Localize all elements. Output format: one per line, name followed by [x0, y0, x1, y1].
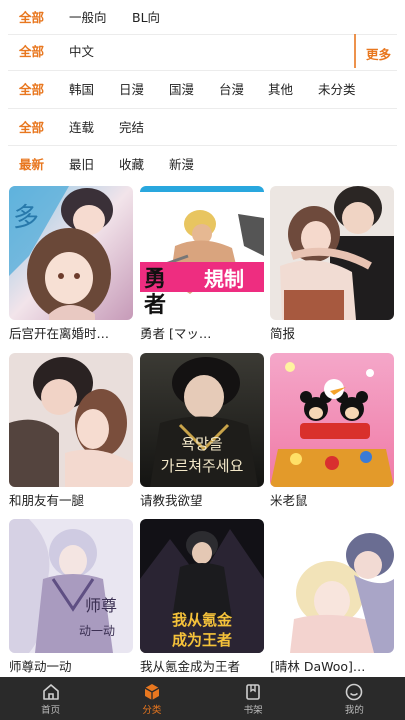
cover-title-calligraphy: 师尊 [85, 596, 117, 615]
censor-label: 規制 [204, 267, 244, 291]
filter-region-taiwan[interactable]: 台漫 [219, 82, 244, 98]
filter-status-all[interactable]: 全部 [19, 120, 44, 136]
category-cube-icon [141, 681, 163, 703]
comic-cover[interactable] [270, 353, 394, 487]
cover-title-calligraphy: 动一动 [79, 624, 115, 638]
cover-title-korean: 가르쳐주세요 [161, 457, 244, 475]
comic-title: 和朋友有一腿 [9, 493, 85, 508]
tab-label: 分类 [142, 705, 162, 716]
comic-card[interactable]: 욕망을 가르쳐주세요 请教我欲望 [140, 353, 264, 509]
sort-oldest[interactable]: 最旧 [69, 157, 94, 173]
tab-profile[interactable]: 我的 [304, 677, 405, 720]
comic-cover[interactable] [270, 519, 394, 653]
tab-label: 书架 [243, 705, 263, 716]
filter-audience-bl[interactable]: BL向 [132, 10, 160, 26]
filter-region-other[interactable]: 其他 [268, 82, 293, 98]
sort-favorites[interactable]: 收藏 [119, 157, 144, 173]
filter-status-ongoing[interactable]: 连载 [69, 120, 94, 136]
comic-card[interactable]: [晴林 DaWoo]… [270, 519, 394, 675]
filter-region-china[interactable]: 国漫 [169, 82, 194, 98]
comic-card[interactable]: 米老鼠 [270, 353, 394, 509]
home-icon [40, 681, 62, 703]
filter-region-uncategorized[interactable]: 未分类 [318, 82, 356, 98]
sort-new-comics[interactable]: 新漫 [169, 157, 194, 173]
cover-title-korean: 욕망을 [181, 435, 222, 453]
comic-card[interactable]: 勇 者 規制 勇者 [マッ… [140, 186, 264, 342]
divider [8, 145, 397, 146]
comic-title: [晴林 DaWoo]… [270, 659, 366, 674]
bottom-tab-bar: 首页 分类 书架 我的 [0, 677, 405, 720]
comic-card[interactable]: 和朋友有一腿 [9, 353, 133, 509]
comic-title: 米老鼠 [270, 493, 308, 508]
cover-title-logo: 成为王者 [172, 631, 232, 649]
svg-text:多: 多 [13, 203, 39, 233]
comic-cover[interactable]: 욕망을 가르쳐주세요 [140, 353, 264, 487]
comic-cover[interactable]: 我从氪金 成为王者 [140, 519, 264, 653]
comic-title: 后宫开在离婚时… [9, 326, 110, 341]
comic-title: 请教我欲望 [140, 493, 203, 508]
comic-title: 我从氪金成为王者 [140, 659, 241, 674]
tab-home[interactable]: 首页 [0, 677, 101, 720]
comic-title: 勇者 [マッ… [140, 326, 212, 341]
tab-bookshelf[interactable]: 书架 [203, 677, 304, 720]
comic-cover[interactable]: 勇 者 規制 [140, 186, 264, 320]
cover-title-kanji: 勇 [144, 266, 166, 292]
tab-label: 首页 [41, 705, 61, 716]
comic-cover[interactable] [270, 186, 394, 320]
sort-newest[interactable]: 最新 [19, 157, 44, 173]
cover-title-logo: 我从氪金 [172, 611, 233, 629]
filter-row-region: 全部 韩国 日漫 国漫 台漫 其他 未分类 [0, 72, 405, 108]
comic-cover[interactable] [9, 353, 133, 487]
bookshelf-icon [242, 681, 264, 703]
filter-region-korea[interactable]: 韩国 [69, 82, 94, 98]
filter-row-sort: 最新 最旧 收藏 新漫 [0, 147, 405, 183]
comic-card[interactable]: 师尊 动一动 师尊动一动 [9, 519, 133, 675]
more-languages-button[interactable]: 更多 [366, 44, 391, 63]
filter-language-all[interactable]: 全部 [19, 44, 44, 60]
comic-card[interactable]: 多 后宫开在离婚时… [9, 186, 133, 342]
divider [8, 108, 397, 109]
tab-label: 我的 [344, 705, 364, 716]
comic-cover[interactable]: 多 [9, 186, 133, 320]
comic-card[interactable]: 简报 [270, 186, 394, 342]
filter-language-chinese[interactable]: 中文 [69, 44, 94, 60]
more-separator [354, 34, 356, 68]
filter-region-japan[interactable]: 日漫 [119, 82, 144, 98]
cover-title-kanji: 者 [143, 292, 166, 318]
comic-cover[interactable]: 师尊 动一动 [9, 519, 133, 653]
filter-row-language: 全部 中文 [0, 34, 405, 70]
filter-audience-general[interactable]: 一般向 [69, 10, 107, 26]
filter-row-status: 全部 连载 完结 [0, 110, 405, 146]
comic-title: 简报 [270, 326, 296, 341]
comic-card[interactable]: 我从氪金 成为王者 我从氪金成为王者 [140, 519, 264, 675]
comic-title: 师尊动一动 [9, 659, 72, 674]
divider [8, 70, 397, 71]
filter-audience-all[interactable]: 全部 [19, 10, 44, 26]
tab-category[interactable]: 分类 [101, 677, 202, 720]
filter-row-audience: 全部 一般向 BL向 [0, 0, 405, 36]
profile-icon [343, 681, 365, 703]
filter-region-all[interactable]: 全部 [19, 82, 44, 98]
filter-status-completed[interactable]: 完结 [119, 120, 144, 136]
